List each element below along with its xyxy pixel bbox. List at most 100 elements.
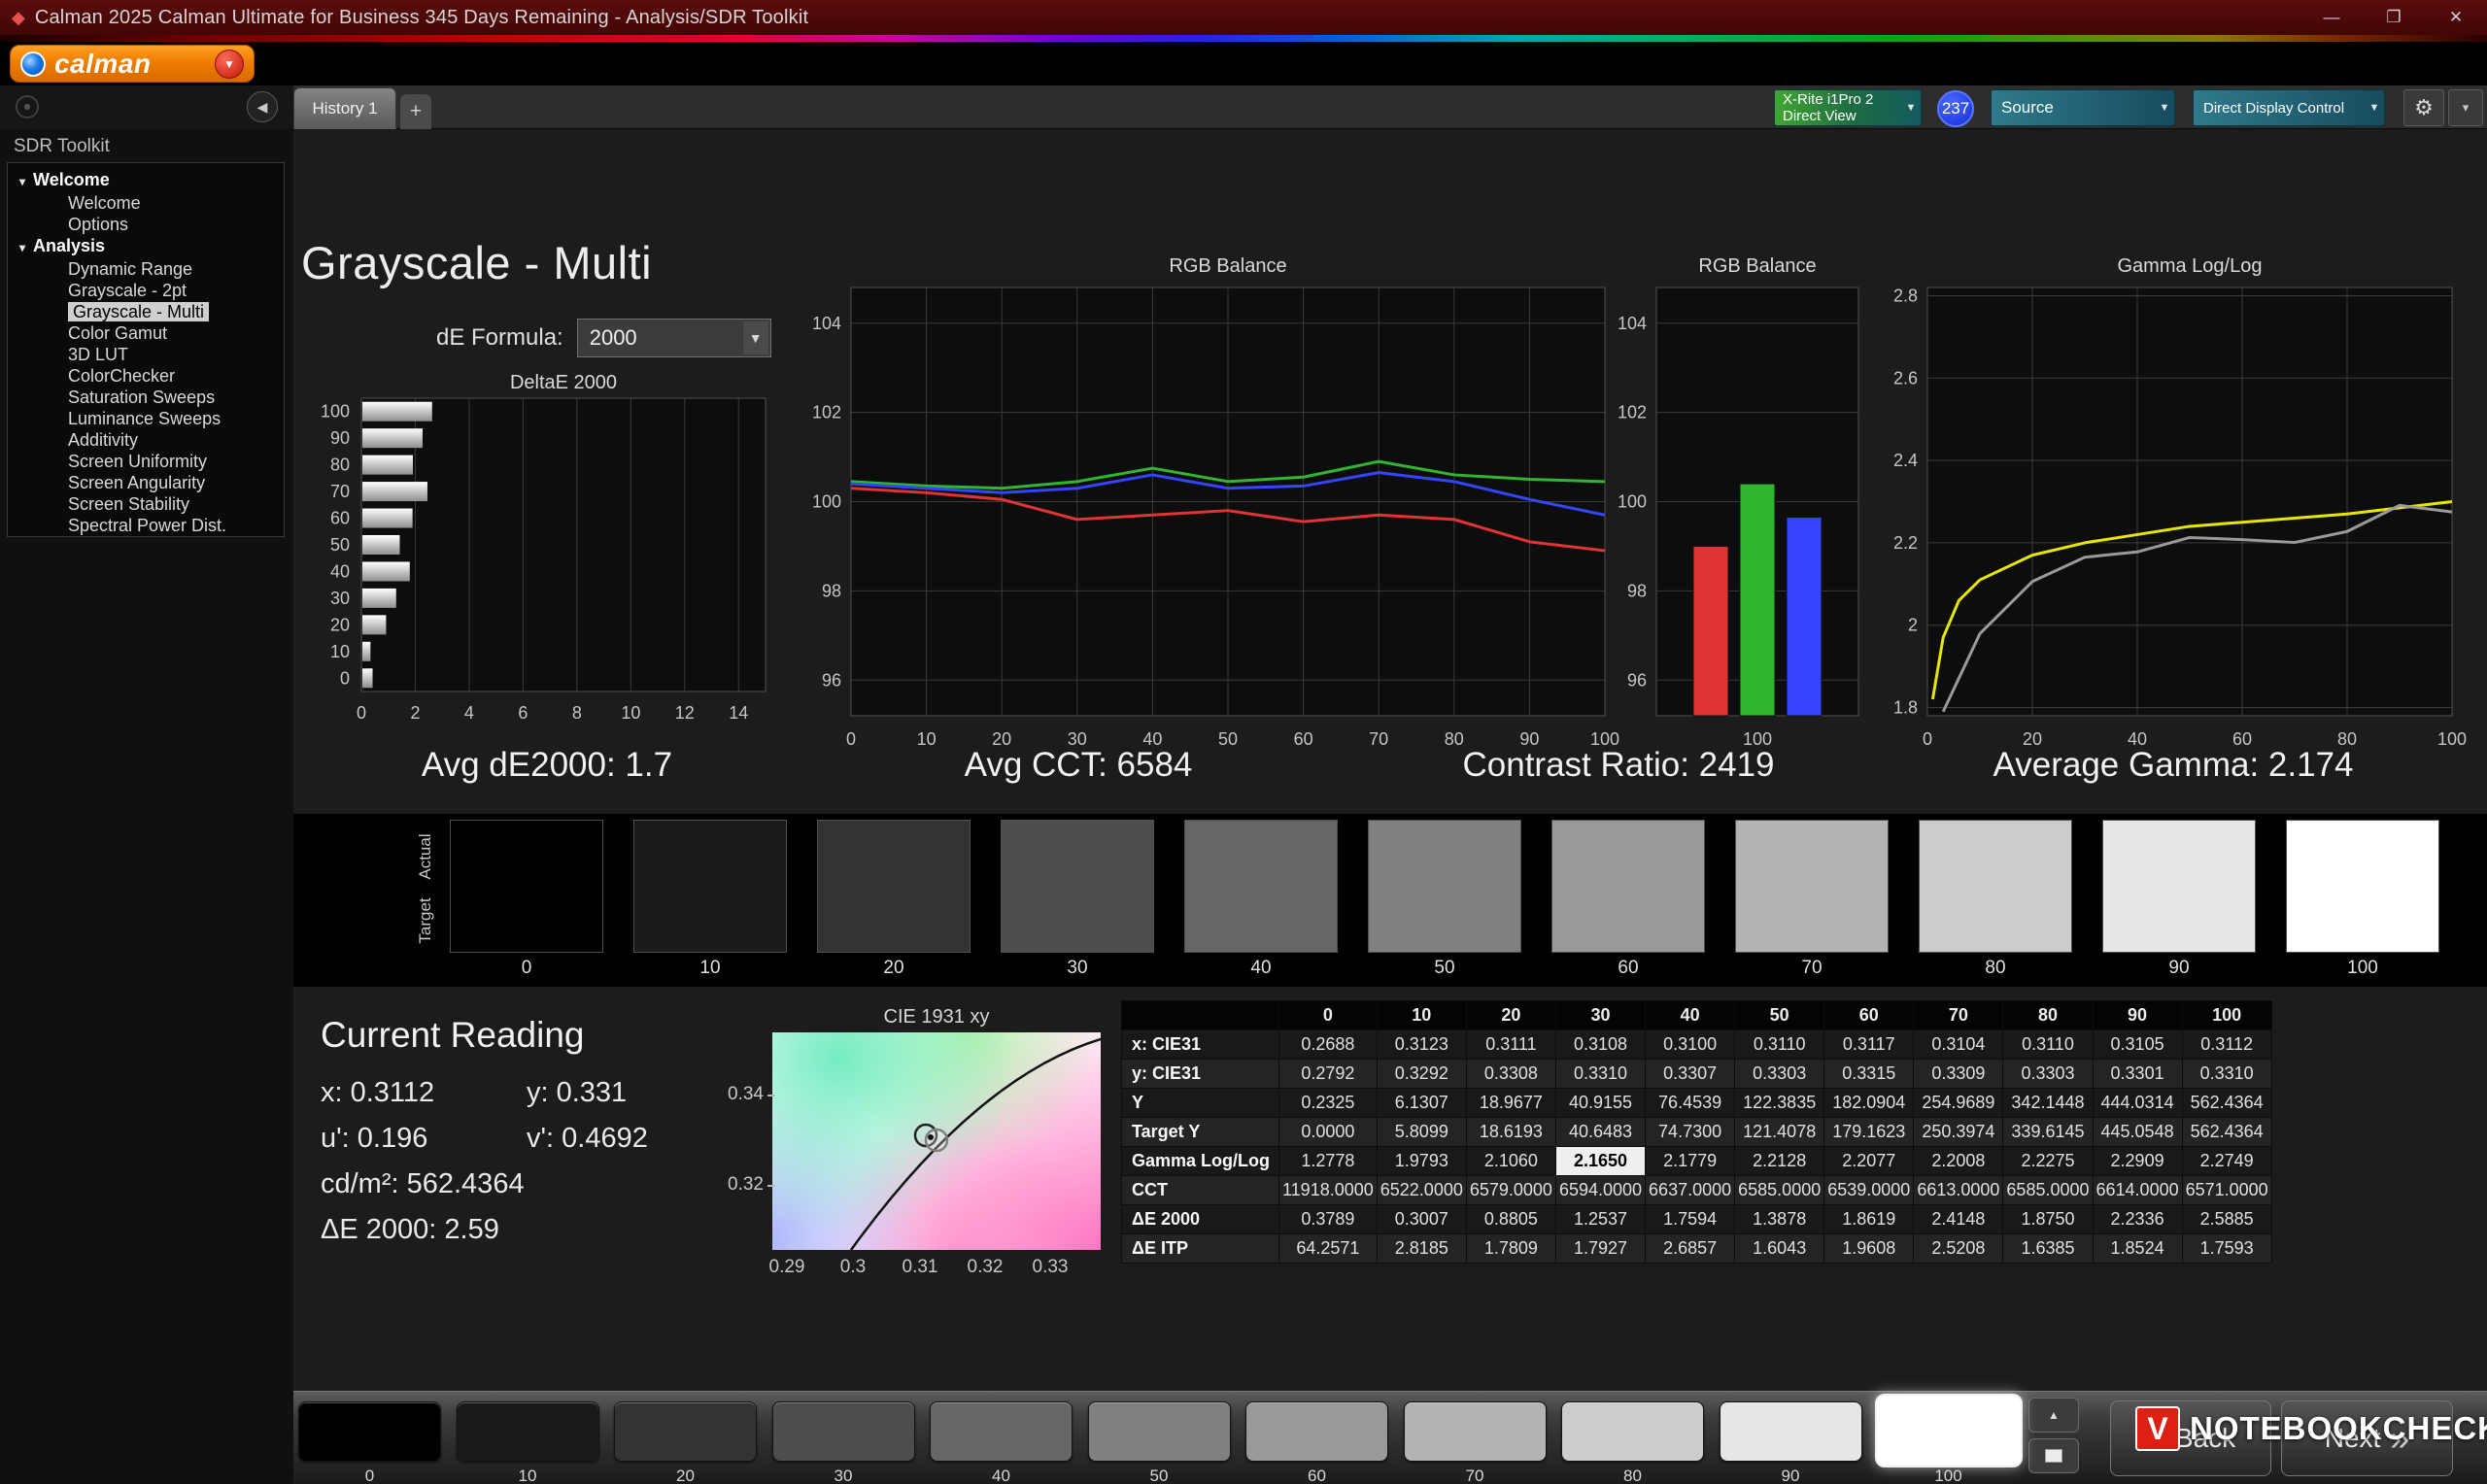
- bottom-collapse-button[interactable]: ▲: [2028, 1398, 2079, 1433]
- cie-y-tickmark: [767, 1185, 775, 1187]
- tree-item-spectral-power-dist[interactable]: Spectral Power Dist.: [8, 515, 284, 536]
- tree-item-3d-lut[interactable]: 3D LUT: [8, 344, 284, 365]
- table-cell: 2.2336: [2093, 1205, 2182, 1234]
- meter-count-badge: 237: [1937, 90, 1974, 127]
- table-cell: 444.0314: [2093, 1089, 2182, 1118]
- pattern-window-button[interactable]: [2028, 1438, 2079, 1473]
- tree-section-welcome[interactable]: ▾Welcome: [8, 169, 284, 192]
- sidebar-collapse-button[interactable]: ◀: [247, 91, 278, 122]
- tree-item-grayscale-multi[interactable]: Grayscale - Multi: [8, 301, 284, 322]
- table-row: ΔE ITP64.25712.81851.78091.79272.68571.6…: [1122, 1234, 2272, 1264]
- display-control-dropdown[interactable]: Direct Display Control ▼: [2193, 89, 2385, 126]
- calman-logo-button[interactable]: calman ▼: [10, 45, 255, 83]
- tree-item-color-gamut[interactable]: Color Gamut: [8, 322, 284, 344]
- pattern-label: 70: [1404, 1467, 1547, 1484]
- table-cell: 0.3308: [1466, 1060, 1555, 1089]
- table-cell: 0.3292: [1377, 1060, 1466, 1089]
- tree-item-colorchecker[interactable]: ColorChecker: [8, 365, 284, 387]
- svg-text:1.8: 1.8: [1893, 698, 1918, 718]
- table-cell: 254.9689: [1914, 1089, 2003, 1118]
- sidebar-menu-icon[interactable]: [16, 95, 39, 118]
- table-cell: 121.4078: [1735, 1118, 1824, 1147]
- tree-item-dynamic-range[interactable]: Dynamic Range: [8, 258, 284, 280]
- extra-panel-button[interactable]: ▾: [2448, 89, 2483, 126]
- pattern-label: 100: [1877, 1467, 2020, 1484]
- grayscale-swatch-20: [817, 820, 971, 953]
- tree-item-luminance-sweeps[interactable]: Luminance Sweeps: [8, 408, 284, 429]
- tree-item-screen-stability[interactable]: Screen Stability: [8, 493, 284, 515]
- settings-gear-button[interactable]: ⚙: [2403, 89, 2444, 126]
- tab-history-1[interactable]: History 1: [293, 87, 396, 129]
- add-tab-button[interactable]: +: [400, 94, 431, 129]
- tree-item-grayscale-2pt[interactable]: Grayscale - 2pt: [8, 280, 284, 301]
- svg-text:8: 8: [572, 703, 582, 723]
- gamma-log-chart: Gamma Log/Log2.82.62.42.221.802040608010…: [1873, 253, 2468, 758]
- table-cell: 6613.0000: [1914, 1176, 2003, 1205]
- tree-item-saturation-sweeps[interactable]: Saturation Sweeps: [8, 387, 284, 408]
- calman-swirl-icon: [20, 51, 46, 77]
- table-cell: 2.5885: [2182, 1205, 2271, 1234]
- tree-item-label: Luminance Sweeps: [68, 409, 221, 428]
- pattern-button-90[interactable]: [1720, 1401, 1862, 1462]
- table-cell: 339.6145: [2003, 1118, 2093, 1147]
- cie-x-tick: 0.32: [968, 1257, 1004, 1278]
- table-cell: 250.3974: [1914, 1118, 2003, 1147]
- pattern-label: 80: [1561, 1467, 1704, 1484]
- calman-logo-text: calman: [54, 49, 152, 80]
- svg-text:Gamma Log/Log: Gamma Log/Log: [2118, 255, 2263, 277]
- window-title: Calman 2025 Calman Ultimate for Business…: [35, 7, 808, 29]
- cie-y-tick-032: 0.32: [719, 1174, 764, 1196]
- maximize-button[interactable]: ❐: [2363, 0, 2425, 35]
- logo-dropdown-icon[interactable]: ▼: [215, 50, 244, 79]
- svg-text:2: 2: [1908, 616, 1918, 635]
- de-formula-dropdown[interactable]: 2000 ▼: [577, 319, 771, 357]
- svg-text:102: 102: [1618, 403, 1647, 422]
- pattern-button-10[interactable]: [457, 1401, 599, 1462]
- svg-text:70: 70: [1369, 729, 1388, 749]
- back-label: Back: [2175, 1423, 2235, 1454]
- pattern-button-60[interactable]: [1245, 1401, 1388, 1462]
- pattern-button-70[interactable]: [1404, 1401, 1547, 1462]
- pattern-button-20[interactable]: [614, 1401, 757, 1462]
- chevron-down-icon: ▼: [2365, 102, 2384, 114]
- table-cell: 0.3110: [2003, 1030, 2093, 1060]
- svg-text:90: 90: [330, 428, 350, 448]
- svg-text:100: 100: [2437, 729, 2467, 749]
- pattern-button-50[interactable]: [1088, 1401, 1231, 1462]
- svg-text:50: 50: [330, 535, 350, 555]
- table-column-header: 100: [2182, 1001, 2271, 1030]
- close-button[interactable]: ✕: [2425, 0, 2487, 35]
- pattern-button-100[interactable]: [1875, 1394, 2023, 1467]
- pattern-button-0[interactable]: [298, 1401, 441, 1462]
- meter-dropdown[interactable]: X-Rite i1Pro 2 Direct View ▼: [1774, 89, 1922, 126]
- back-button[interactable]: « Back: [2110, 1400, 2271, 1476]
- tree-item-screen-angularity[interactable]: Screen Angularity: [8, 472, 284, 493]
- avg-cct-stat: Avg CCT: 6584: [965, 746, 1193, 785]
- table-cell: 1.7593: [2182, 1234, 2271, 1264]
- svg-text:102: 102: [812, 403, 841, 422]
- source-dropdown[interactable]: Source ▼: [1991, 89, 2175, 126]
- grayscale-swatch-strip: Actual Target 0102030405060708090100: [293, 814, 2487, 987]
- table-cell: 0.3303: [2003, 1060, 2093, 1089]
- pattern-button-40[interactable]: [930, 1401, 1073, 1462]
- table-cell: 0.3123: [1377, 1030, 1466, 1060]
- tree-item-screen-uniformity[interactable]: Screen Uniformity: [8, 451, 284, 472]
- expander-icon[interactable]: ▾: [19, 237, 25, 258]
- pattern-button-80[interactable]: [1561, 1401, 1704, 1462]
- table-cell: 1.2778: [1279, 1147, 1378, 1176]
- table-column-header: 10: [1377, 1001, 1466, 1030]
- table-cell: 562.4364: [2182, 1089, 2271, 1118]
- next-button[interactable]: Next »: [2281, 1400, 2453, 1476]
- tree-item-welcome[interactable]: Welcome: [8, 192, 284, 214]
- pattern-button-30[interactable]: [772, 1401, 915, 1462]
- tree-item-additivity[interactable]: Additivity: [8, 429, 284, 451]
- cdm2-value: cd/m²: 562.4364: [321, 1168, 525, 1199]
- table-cell: 0.3789: [1279, 1205, 1378, 1234]
- expander-icon[interactable]: ▾: [19, 171, 25, 192]
- meter-name: X-Rite i1Pro 2: [1783, 91, 1873, 108]
- table-row: x: CIE310.26880.31230.31110.31080.31000.…: [1122, 1030, 2272, 1060]
- tree-item-options[interactable]: Options: [8, 214, 284, 235]
- tree-section-analysis[interactable]: ▾Analysis: [8, 235, 284, 258]
- minimize-button[interactable]: —: [2300, 0, 2363, 35]
- swatch-label: 100: [2286, 958, 2439, 979]
